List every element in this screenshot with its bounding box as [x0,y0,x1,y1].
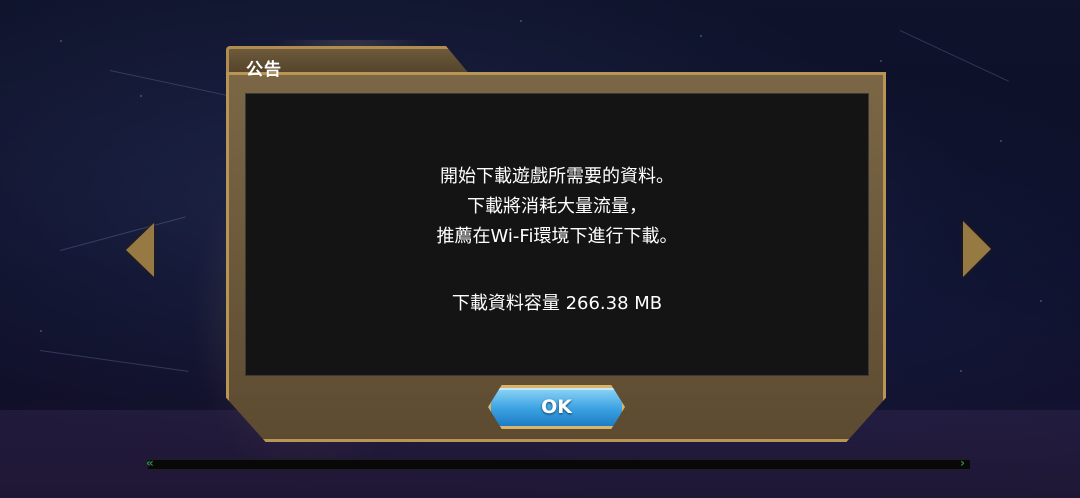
download-size-text: 下載資料容量 266.38 MB [451,293,663,314]
dialog-title: 公告 [246,60,282,80]
dialog-message: 開始下載遊戲所需要的資料。 下載將消耗大量流量， 推薦在Wi-Fi環境下進行下載… [245,162,869,252]
message-line: 推薦在Wi-Fi環境下進行下載。 [436,226,678,247]
message-line: 下載將消耗大量流量， [467,196,647,217]
message-line: 開始下載遊戲所需要的資料。 [440,166,674,187]
ok-button[interactable] [488,385,625,429]
game-screen: « › 公告 開始下載遊戲所需要的資料。 下載將消耗大量流量， 推薦在Wi-Fi… [0,0,1080,498]
